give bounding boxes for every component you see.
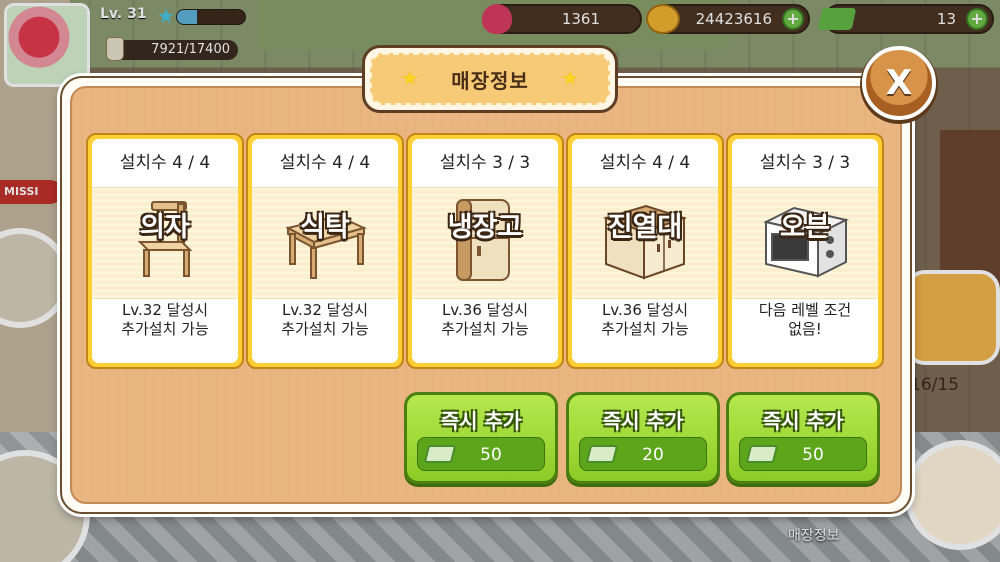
close-icon: X xyxy=(885,63,913,103)
furniture-card-oven: 설치수 3 / 3 오븐 다음 레벨 조건 없음! xyxy=(726,133,884,369)
unlock-condition-line2: 추가설치 가능 xyxy=(601,320,689,338)
unlock-condition-line1: Lv.36 달성시 xyxy=(601,301,689,319)
instant-add-label: 즉시 추가 xyxy=(440,409,522,433)
unlock-condition-line2: 추가설치 가능 xyxy=(441,320,529,338)
instant-add-button-oven[interactable]: 즉시 추가 50 xyxy=(726,392,880,484)
furniture-card-display-stand: 설치수 4 / 4 진열대 Lv.36 달성시 추가설치 가능 xyxy=(566,133,724,369)
unlock-condition-line1: 다음 레벨 조건 xyxy=(758,301,852,319)
furniture-name: 냉장고 xyxy=(447,212,523,243)
unlock-condition-line2: 추가설치 가능 xyxy=(281,320,369,338)
dialog-title: 매장정보 xyxy=(451,68,529,93)
unlock-condition: 다음 레벨 조건 없음! xyxy=(736,301,874,339)
instant-add-label: 즉시 추가 xyxy=(602,409,684,433)
dialog-title-plate: 매장정보 ★ ★ xyxy=(362,45,618,113)
unlock-condition: Lv.32 달성시 추가설치 가능 xyxy=(256,301,394,339)
cost-value: 20 xyxy=(642,445,664,465)
install-count: 설치수 4 / 4 xyxy=(92,139,238,187)
furniture-card-table: 설치수 4 / 4 식탁 Lv.32 달성시 추가설치 가능 xyxy=(246,133,404,369)
unlock-condition-line2: 추가설치 가능 xyxy=(121,320,209,338)
unlock-condition-line2: 없음! xyxy=(788,320,822,338)
install-count: 설치수 3 / 3 xyxy=(732,139,878,187)
furniture-card-chair: 설치수 4 / 4 의자 Lv.32 달성시 추가설치 가능 xyxy=(86,133,244,369)
close-button[interactable]: X xyxy=(862,46,936,120)
furniture-name: 오븐 xyxy=(780,212,830,243)
unlock-condition: Lv.36 달성시 추가설치 가능 xyxy=(416,301,554,339)
unlock-condition-line1: Lv.36 달성시 xyxy=(441,301,529,319)
furniture-name: 식탁 xyxy=(300,212,350,243)
instant-add-label: 즉시 추가 xyxy=(762,409,844,433)
unlock-condition-line1: Lv.32 달성시 xyxy=(281,301,369,319)
furniture-name: 의자 xyxy=(140,212,190,243)
unlock-condition: Lv.32 달성시 추가설치 가능 xyxy=(96,301,234,339)
cost-value: 50 xyxy=(802,445,824,465)
instant-add-cost: 20 xyxy=(579,437,707,471)
install-count: 설치수 4 / 4 xyxy=(572,139,718,187)
instant-add-cost: 50 xyxy=(417,437,545,471)
furniture-name: 진열대 xyxy=(607,212,683,243)
unlock-condition: Lv.36 달성시 추가설치 가능 xyxy=(576,301,714,339)
star-icon: ★ xyxy=(561,66,579,90)
cost-value: 50 xyxy=(480,445,502,465)
furniture-card-fridge: 설치수 3 / 3 냉장고 Lv.36 달성시 추가설치 가능 xyxy=(406,133,564,369)
instant-add-cost: 50 xyxy=(739,437,867,471)
instant-add-button-display-stand[interactable]: 즉시 추가 20 xyxy=(566,392,720,484)
install-count: 설치수 3 / 3 xyxy=(412,139,558,187)
install-count: 설치수 4 / 4 xyxy=(252,139,398,187)
instant-add-button-fridge[interactable]: 즉시 추가 50 xyxy=(404,392,558,484)
unlock-condition-line1: Lv.32 달성시 xyxy=(121,301,209,319)
star-icon: ★ xyxy=(401,66,419,90)
